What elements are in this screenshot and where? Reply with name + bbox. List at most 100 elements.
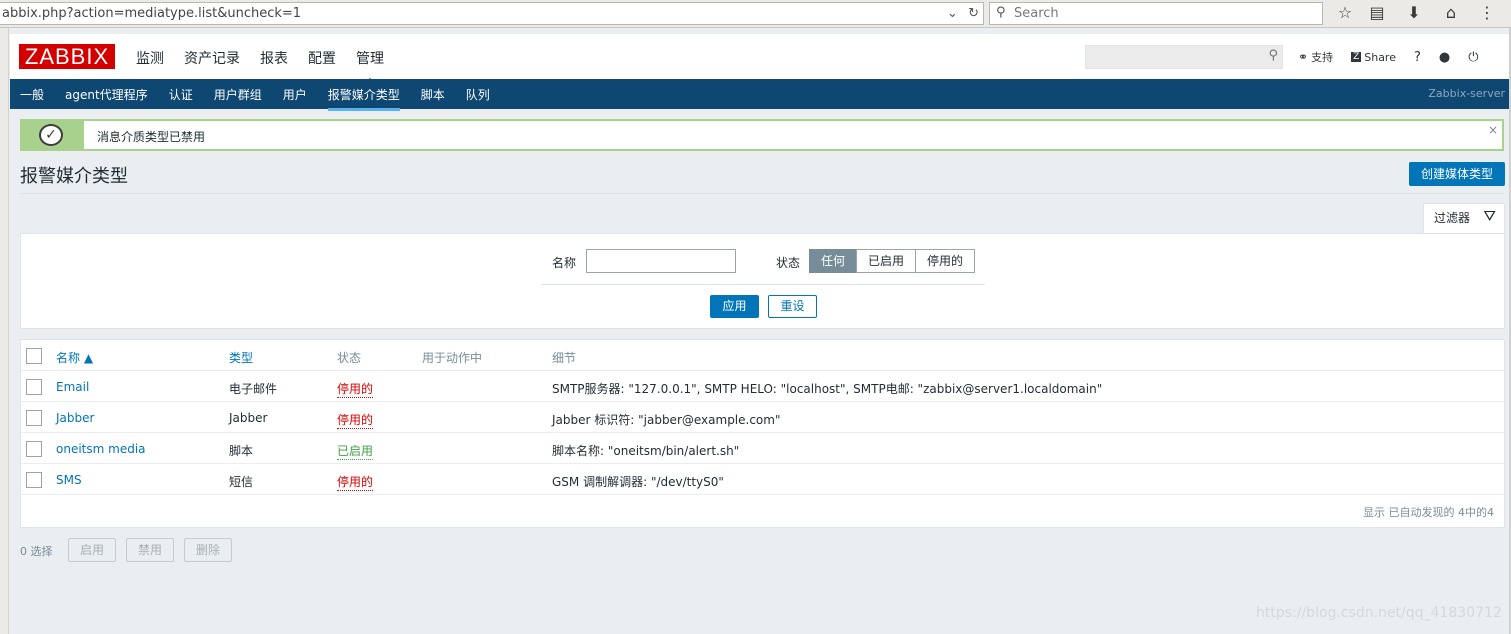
subnav-proxies[interactable]: agent代理程序 <box>65 86 148 103</box>
headset-icon: ⚭ <box>1298 50 1309 64</box>
zabbix-logo[interactable]: ZABBIX <box>19 44 115 69</box>
logout-link[interactable]: ⏻ <box>1468 50 1478 65</box>
browser-toolbar: abbix.php?action=mediatype.list&uncheck=… <box>0 0 1511 28</box>
browser-search-placeholder: Search <box>1014 6 1059 21</box>
title-divider <box>20 193 1504 194</box>
column-name[interactable]: 名称 ▲ <box>56 349 93 366</box>
status-toggle[interactable]: 停用的 <box>337 473 374 491</box>
help-icon: ? <box>1413 49 1421 65</box>
filter-name-label: 名称 <box>552 256 577 270</box>
status-toggle[interactable]: 停用的 <box>337 380 374 398</box>
user-profile-link[interactable]: ● <box>1439 50 1450 65</box>
disable-button[interactable]: 禁用 <box>126 538 174 562</box>
filter-name-input[interactable] <box>586 249 736 273</box>
media-type-name-link[interactable]: Jabber <box>56 411 94 425</box>
success-message: ✓ 消息介质类型已禁用 × <box>20 119 1504 151</box>
menu-administration[interactable]: 管理 <box>356 48 384 85</box>
header-tools: ⚭ 支持 Z Share ? ● ⏻ <box>1298 49 1497 65</box>
filter-panel: 名称 状态 任何 已启用 停用的 应用 重设 <box>20 233 1505 329</box>
selected-count: 0 选择 <box>20 545 53 558</box>
main-menu: 监测 资产记录 报表 配置 管理 <box>136 48 404 85</box>
subnav-users[interactable]: 用户 <box>283 86 307 103</box>
menu-inventory[interactable]: 资产记录 <box>184 48 240 68</box>
enable-button[interactable]: 启用 <box>68 538 116 562</box>
status-toggle[interactable]: 已启用 <box>337 442 374 460</box>
table-header: 名称 ▲ 类型 状态 用于动作中 细节 <box>21 340 1504 371</box>
sub-navigation: 一般 agent代理程序 认证 用户群组 用户 报警媒介类型 脚本 队列 Zab… <box>10 79 1509 111</box>
table-row: Email 电子邮件 停用的 SMTP服务器: "127.0.0.1", SMT… <box>21 371 1504 402</box>
search-icon[interactable]: ⚲ <box>1268 48 1278 63</box>
create-media-type-button[interactable]: 创建媒体类型 <box>1409 162 1505 186</box>
media-type-details: SMTP服务器: "127.0.0.1", SMTP HELO: "localh… <box>552 382 1103 396</box>
clipboard-icon[interactable]: ▤ <box>1366 3 1388 23</box>
reload-icon[interactable]: ↻ <box>968 6 979 21</box>
menu-configuration[interactable]: 配置 <box>308 48 336 68</box>
media-type-type: Jabber <box>229 411 268 425</box>
filter-tab-label: 过滤器 <box>1434 211 1471 225</box>
row-checkbox[interactable] <box>26 379 42 395</box>
media-type-name-link[interactable]: oneitsm media <box>56 442 146 456</box>
watermark: https://blog.csdn.net/qq_41830712 <box>1256 605 1502 621</box>
media-types-table: 名称 ▲ 类型 状态 用于动作中 细节 Email 电子邮件 停用的 SMTP服… <box>20 339 1505 528</box>
media-type-name-link[interactable]: SMS <box>56 473 82 487</box>
status-option-disabled[interactable]: 停用的 <box>915 249 976 273</box>
media-type-type: 电子邮件 <box>229 382 278 396</box>
filter-divider <box>541 284 985 285</box>
share-label: Share <box>1364 50 1396 64</box>
home-icon[interactable]: ⌂ <box>1440 3 1462 23</box>
server-name: Zabbix-server <box>1428 87 1505 100</box>
column-details: 细节 <box>552 351 577 365</box>
browser-search-input[interactable]: ⚲ Search <box>989 2 1323 25</box>
subnav-user-groups[interactable]: 用户群组 <box>214 86 262 103</box>
menu-reports[interactable]: 报表 <box>260 48 288 68</box>
row-checkbox[interactable] <box>26 472 42 488</box>
media-type-name-link[interactable]: Email <box>56 380 89 394</box>
sidebar-strip <box>0 28 9 634</box>
menu-monitoring[interactable]: 监测 <box>136 48 164 68</box>
select-all-checkbox[interactable] <box>26 348 42 364</box>
message-text: 消息介质类型已禁用 <box>97 130 206 144</box>
table-row: SMS 短信 停用的 GSM 调制解调器: "/dev/ttyS0" <box>21 464 1504 495</box>
check-icon: ✓ <box>39 124 63 146</box>
media-type-details: GSM 调制解调器: "/dev/ttyS0" <box>552 475 724 489</box>
global-search-input[interactable]: ⚲ <box>1085 45 1283 69</box>
subnav-authentication[interactable]: 认证 <box>169 86 193 103</box>
delete-button[interactable]: 删除 <box>184 538 232 562</box>
row-checkbox[interactable] <box>26 410 42 426</box>
media-type-type: 短信 <box>229 475 254 489</box>
apply-button[interactable]: 应用 <box>710 295 759 318</box>
subnav-general[interactable]: 一般 <box>20 86 44 103</box>
subnav-scripts[interactable]: 脚本 <box>421 86 445 103</box>
status-toggle[interactable]: 停用的 <box>337 411 374 429</box>
help-link[interactable]: ? <box>1414 50 1421 65</box>
paging-info: 显示 已自动发现的 4中的4 <box>1363 506 1494 519</box>
top-navigation: ZABBIX 监测 资产记录 报表 配置 管理 ⚲ ⚭ 支持 Z Share ?… <box>10 34 1509 85</box>
reset-button[interactable]: 重设 <box>768 295 817 318</box>
media-type-details: Jabber 标识符: "jabber@example.com" <box>552 413 781 427</box>
column-type[interactable]: 类型 <box>229 349 253 366</box>
table-row: oneitsm media 脚本 已启用 脚本名称: "oneitsm/bin/… <box>21 433 1504 464</box>
url-bar[interactable]: abbix.php?action=mediatype.list&uncheck=… <box>0 2 984 25</box>
close-icon[interactable]: × <box>1488 123 1498 137</box>
filter-tab[interactable]: 过滤器 ⛛ <box>1423 203 1505 234</box>
subnav-media-types[interactable]: 报警媒介类型 <box>327 86 400 111</box>
dropdown-icon[interactable]: ⌄ <box>947 6 958 21</box>
download-icon[interactable]: ⬇ <box>1403 3 1425 23</box>
share-icon: Z <box>1351 52 1362 62</box>
subnav-queue[interactable]: 队列 <box>466 86 490 103</box>
status-segmented-control: 任何 已启用 停用的 <box>809 249 976 273</box>
row-checkbox[interactable] <box>26 441 42 457</box>
share-link[interactable]: Z Share <box>1351 51 1396 64</box>
menu-icon[interactable]: ⋮ <box>1476 3 1498 23</box>
user-icon: ● <box>1438 49 1451 65</box>
status-option-enabled[interactable]: 已启用 <box>856 249 917 273</box>
url-text[interactable]: abbix.php?action=mediatype.list&uncheck=… <box>2 6 301 21</box>
search-icon: ⚲ <box>996 5 1006 20</box>
status-option-any[interactable]: 任何 <box>809 249 858 273</box>
bookmark-star-icon[interactable]: ☆ <box>1334 3 1356 23</box>
table-row: Jabber Jabber 停用的 Jabber 标识符: "jabber@ex… <box>21 402 1504 433</box>
filter-status-label: 状态 <box>776 256 801 270</box>
support-link[interactable]: ⚭ 支持 <box>1298 49 1333 65</box>
column-used-in-actions: 用于动作中 <box>422 351 483 365</box>
power-icon: ⏻ <box>1468 49 1479 65</box>
